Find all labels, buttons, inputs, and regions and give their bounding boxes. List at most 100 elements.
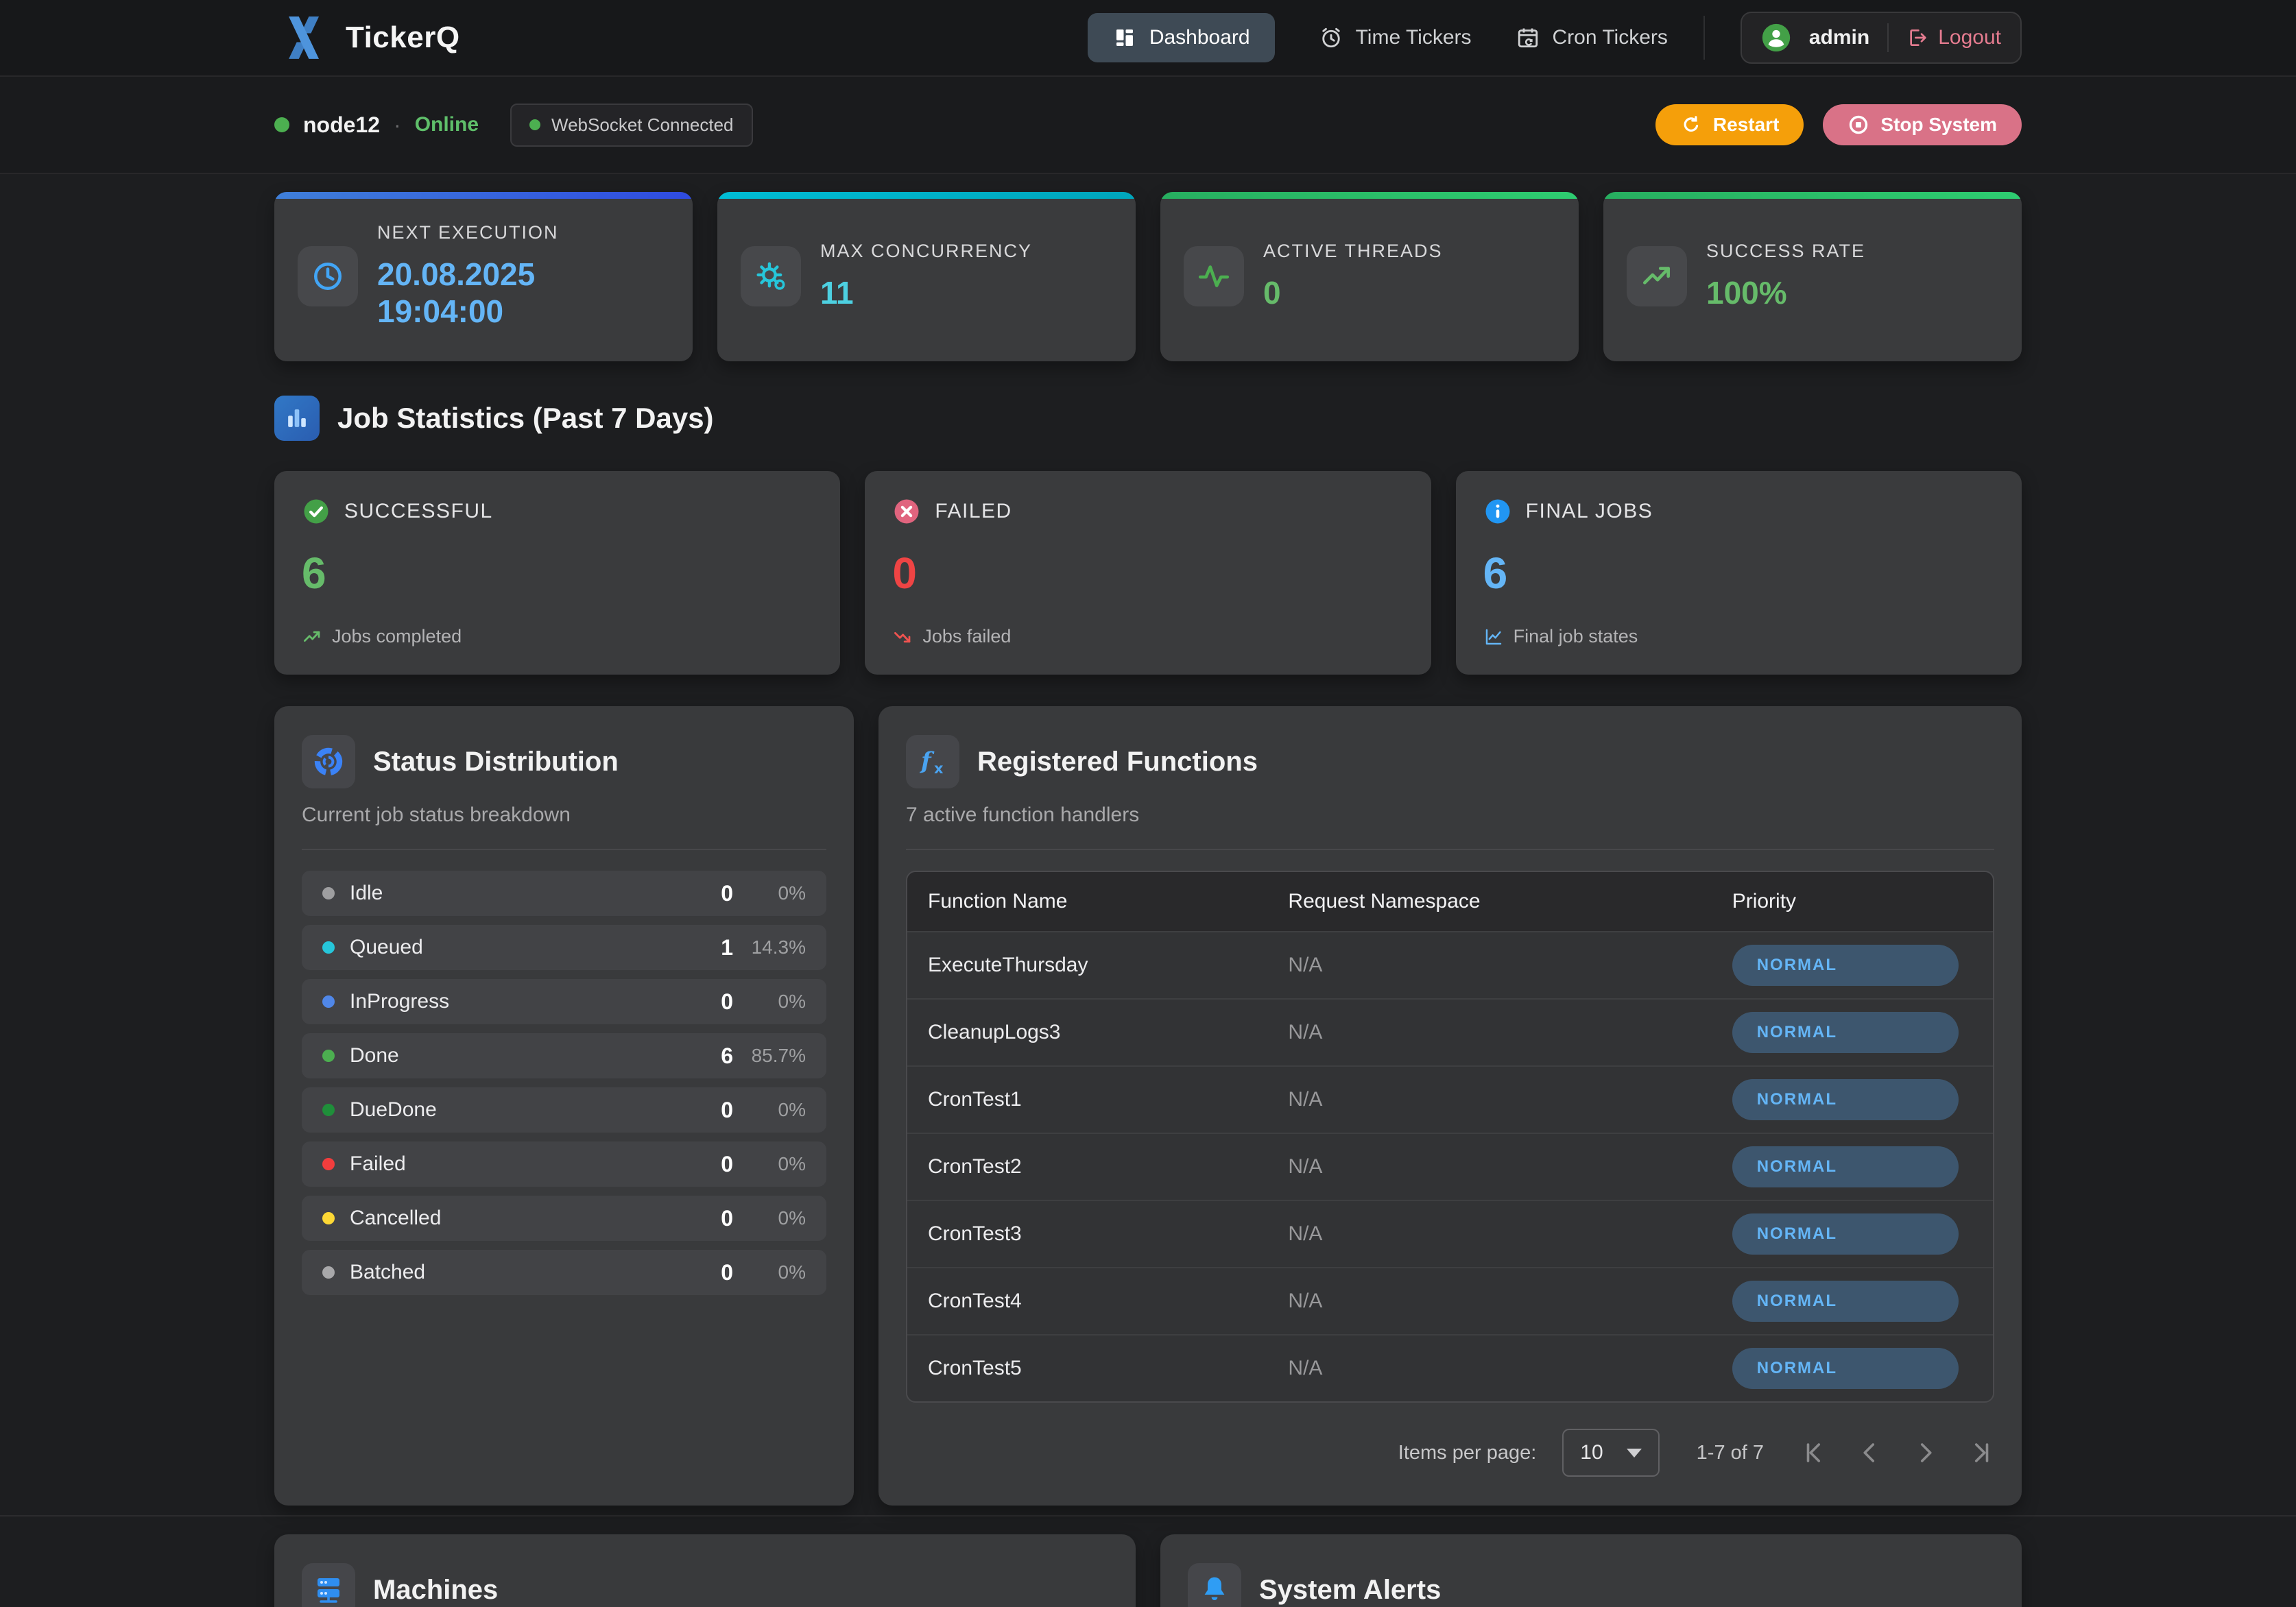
trending-up-icon xyxy=(302,627,322,647)
status-percent: 0% xyxy=(733,1099,806,1121)
status-row-duedone: DueDone 0 0% xyxy=(302,1087,826,1133)
job-value: 6 xyxy=(1483,548,1994,599)
function-name: CleanupLogs3 xyxy=(928,1021,1288,1044)
donut-chart-icon xyxy=(302,735,355,788)
next-page-button[interactable] xyxy=(1913,1440,1938,1465)
table-row: CronTest2 N/A NORMAL xyxy=(907,1133,1993,1200)
chevron-down-icon xyxy=(1627,1449,1642,1458)
job-label: SUCCESSFUL xyxy=(344,500,493,523)
panel-subtitle: Current job status breakdown xyxy=(302,804,826,827)
stop-circle-icon xyxy=(1847,114,1869,136)
nav-tab-cron-tickers[interactable]: Cron Tickers xyxy=(1516,25,1668,50)
table-row: ExecuteThursday N/A NORMAL xyxy=(907,931,1993,998)
calendar-sync-icon xyxy=(1516,25,1540,50)
stat-card-max-concurrency: MAX CONCURRENCY 11 xyxy=(717,192,1136,361)
stat-label: SUCCESS RATE xyxy=(1706,241,1865,262)
panels-row: Status Distribution Current job status b… xyxy=(274,706,2022,1506)
status-dot xyxy=(322,941,335,954)
status-dot xyxy=(322,995,335,1008)
restart-button[interactable]: Restart xyxy=(1655,104,1804,145)
user-name: admin xyxy=(1809,26,1869,49)
alarm-clock-icon xyxy=(1319,25,1343,50)
function-name: CronTest2 xyxy=(928,1155,1288,1179)
status-count: 0 xyxy=(692,1206,733,1231)
stat-cards-row: NEXT EXECUTION 20.08.2025 19:04:00 MAX C… xyxy=(274,192,2022,361)
panel-title: Registered Functions xyxy=(977,747,1258,777)
request-namespace: N/A xyxy=(1288,1021,1732,1044)
stat-card-success-rate: SUCCESS RATE 100% xyxy=(1603,192,2022,361)
last-page-button[interactable] xyxy=(1970,1440,1994,1465)
status-percent: 0% xyxy=(733,991,806,1013)
nav-tab-time-tickers[interactable]: Time Tickers xyxy=(1319,25,1472,50)
panel-title: Status Distribution xyxy=(373,747,619,777)
status-row-failed: Failed 0 0% xyxy=(302,1141,826,1187)
svg-text:x: x xyxy=(934,760,944,777)
websocket-dot xyxy=(529,119,540,130)
table-row: CronTest4 N/A NORMAL xyxy=(907,1267,1993,1334)
section-title: Job Statistics (Past 7 Days) xyxy=(337,402,714,435)
nav-label: Cron Tickers xyxy=(1553,26,1668,49)
job-value: 0 xyxy=(892,548,1403,599)
stat-card-active-threads: ACTIVE THREADS 0 xyxy=(1160,192,1579,361)
status-label: InProgress xyxy=(350,990,449,1013)
job-label: FINAL JOBS xyxy=(1526,500,1653,523)
stat-value: 0 xyxy=(1263,274,1443,311)
status-label: Batched xyxy=(350,1261,425,1284)
status-label: Done xyxy=(350,1044,399,1067)
status-count: 0 xyxy=(692,1152,733,1177)
node-status-dot xyxy=(274,117,289,132)
status-dot xyxy=(322,887,335,899)
top-header: TickerQ Dashboard Time Tickers Cron Tick… xyxy=(0,0,2296,77)
job-label: FAILED xyxy=(935,500,1012,523)
divider xyxy=(302,849,826,850)
logout-label: Logout xyxy=(1938,26,2001,49)
machines-panel: Machines 1 machine instances node12 7 Jo… xyxy=(274,1534,1136,1607)
card-accent-strip xyxy=(717,192,1136,199)
logout-button[interactable]: Logout xyxy=(1906,26,2001,49)
job-stats-row: SUCCESSFUL 6 Jobs completed FAILED 0 Job… xyxy=(274,471,2022,675)
table-row: CronTest1 N/A NORMAL xyxy=(907,1065,1993,1133)
job-card-successful: SUCCESSFUL 6 Jobs completed xyxy=(274,471,840,675)
gear-icon xyxy=(741,246,801,306)
function-name: CronTest5 xyxy=(928,1357,1288,1380)
stop-system-button[interactable]: Stop System xyxy=(1823,104,2022,145)
stat-value: 11 xyxy=(820,274,1032,311)
status-dot xyxy=(322,1266,335,1279)
table-header: Function Name Request Namespace Priority xyxy=(907,872,1993,931)
first-page-button[interactable] xyxy=(1801,1440,1826,1465)
previous-page-button[interactable] xyxy=(1857,1440,1882,1465)
request-namespace: N/A xyxy=(1288,1357,1732,1380)
job-footer-label: Jobs completed xyxy=(332,626,462,647)
svg-text:f: f xyxy=(920,747,935,775)
status-label: DueDone xyxy=(350,1098,437,1122)
priority-badge: NORMAL xyxy=(1732,1079,1959,1120)
items-per-page-select[interactable]: 10 xyxy=(1562,1429,1659,1477)
column-priority: Priority xyxy=(1732,890,1972,913)
restart-icon xyxy=(1680,114,1702,136)
function-fx-icon: f x xyxy=(906,735,959,788)
status-count: 0 xyxy=(692,1260,733,1285)
page-size-value: 10 xyxy=(1580,1441,1603,1464)
stat-value: 100% xyxy=(1706,274,1865,311)
system-alerts-panel: System Alerts Real-time system notificat… xyxy=(1160,1534,2022,1607)
priority-badge: NORMAL xyxy=(1732,1146,1959,1187)
status-count: 6 xyxy=(692,1043,733,1069)
status-label: Cancelled xyxy=(350,1207,441,1230)
dot-separator: · xyxy=(394,112,401,138)
request-namespace: N/A xyxy=(1288,1088,1732,1111)
status-label: Idle xyxy=(350,882,383,905)
column-request-namespace: Request Namespace xyxy=(1288,890,1732,913)
stat-value: 20.08.2025 19:04:00 xyxy=(377,256,669,330)
tickerq-logo-icon xyxy=(274,11,328,64)
trending-down-icon xyxy=(892,627,913,647)
function-name: CronTest4 xyxy=(928,1290,1288,1313)
nav-tab-dashboard[interactable]: Dashboard xyxy=(1088,13,1275,62)
header-separator xyxy=(1703,16,1705,60)
main-nav: Dashboard Time Tickers Cron Tickers xyxy=(1088,13,1668,62)
dashboard-grid-icon xyxy=(1112,25,1137,50)
nav-label: Time Tickers xyxy=(1356,26,1472,49)
user-divider xyxy=(1887,23,1889,52)
stat-label: MAX CONCURRENCY xyxy=(820,241,1032,262)
status-row-done: Done 6 85.7% xyxy=(302,1033,826,1078)
stat-label: NEXT EXECUTION xyxy=(377,222,669,243)
